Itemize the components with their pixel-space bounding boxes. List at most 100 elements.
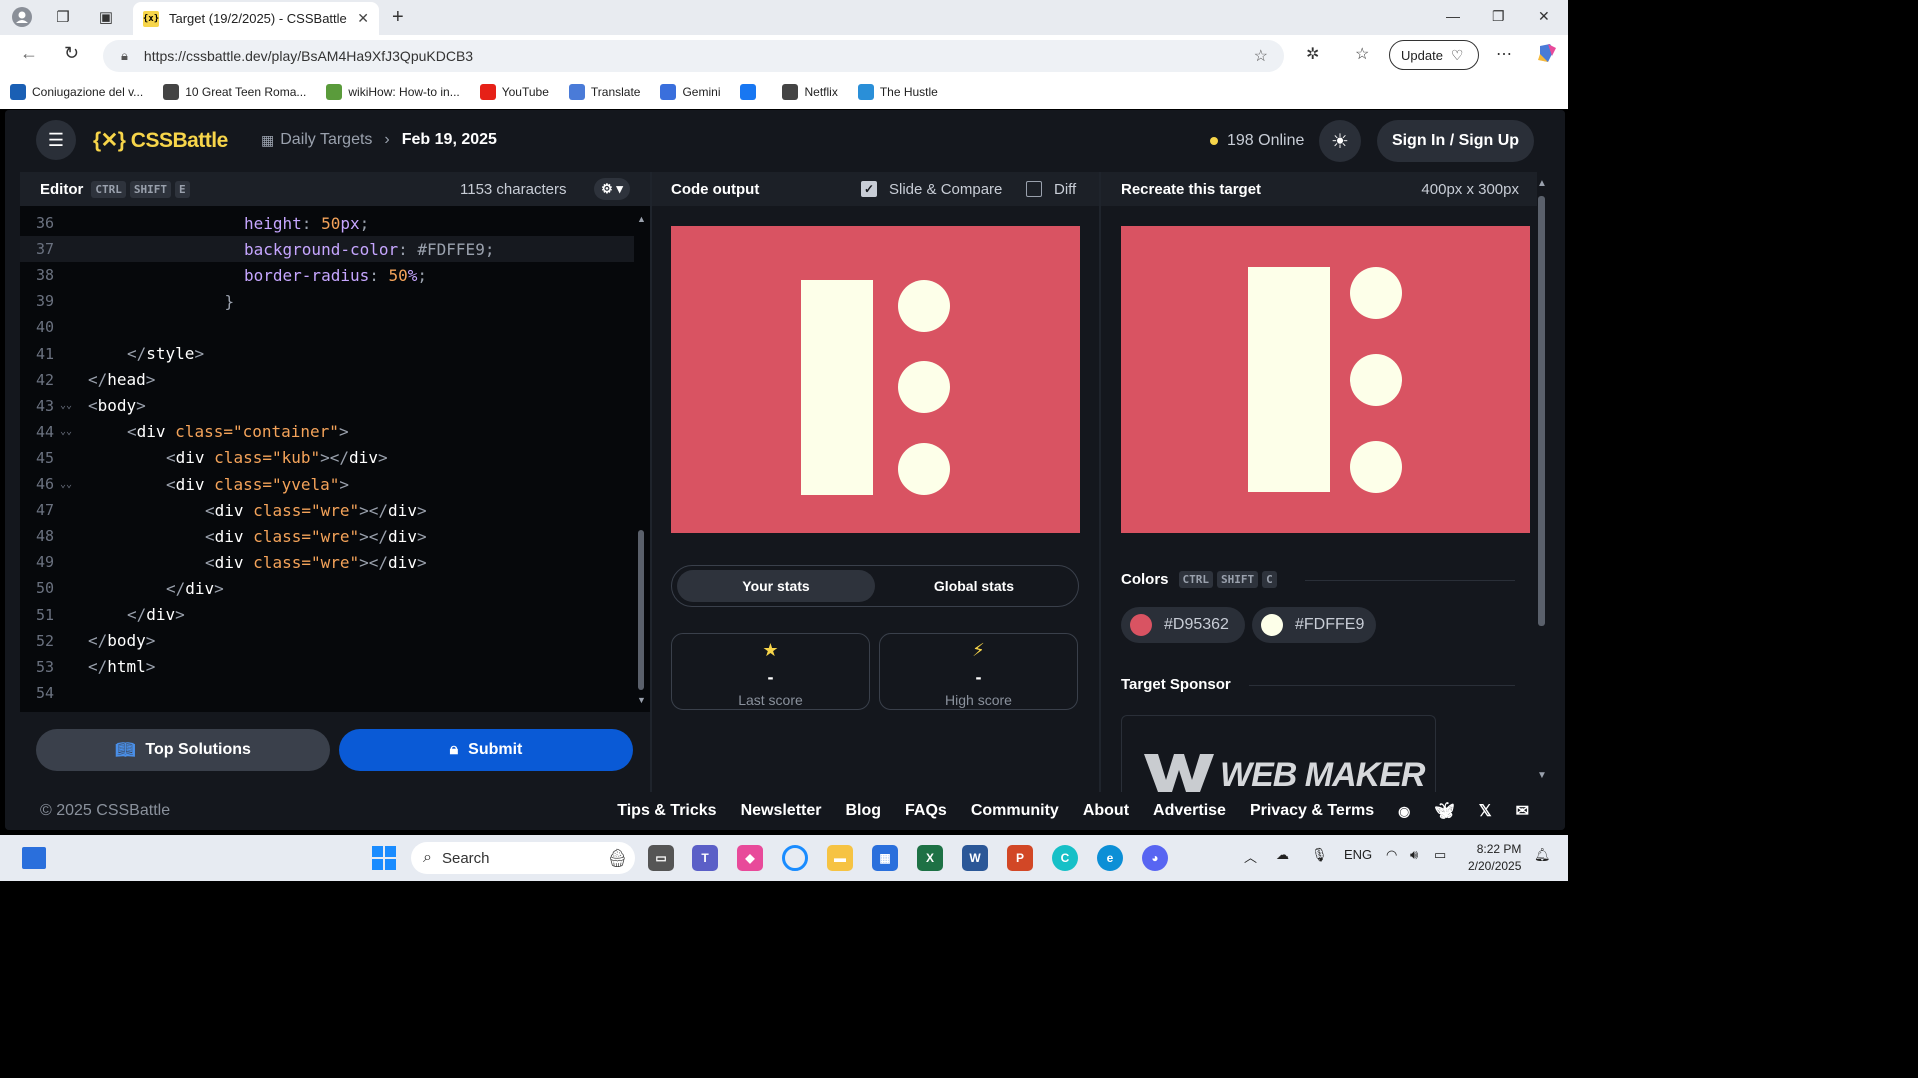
slide-compare-checkbox[interactable]: ✓: [861, 181, 877, 197]
hamburger-menu-icon[interactable]: ☰: [36, 120, 76, 160]
bookmark-item[interactable]: YouTube: [479, 84, 549, 100]
breadcrumb-daily-targets[interactable]: Daily Targets: [280, 131, 372, 149]
code-line[interactable]: 36 height: 50px;: [20, 210, 634, 236]
close-window-icon[interactable]: ✕: [1538, 8, 1550, 25]
footer-link-newsletter[interactable]: Newsletter: [741, 802, 822, 820]
code-line[interactable]: 38 border-radius: 50%;: [20, 262, 634, 288]
tab-actions-icon[interactable]: ▣: [92, 3, 120, 31]
onedrive-icon[interactable]: ☁: [1276, 847, 1289, 863]
excel-icon[interactable]: X: [917, 845, 943, 871]
scroll-down-arrow-icon[interactable]: ▼: [637, 695, 646, 705]
notification-bell-icon[interactable]: 🔔︎: [1534, 847, 1551, 863]
copilot-taskbar-icon[interactable]: ◆: [737, 845, 763, 871]
extensions-icon[interactable]: ✲: [1306, 44, 1319, 64]
browser-tab-active[interactable]: {x} Target (19/2/2025) - CSSBattle ✕: [133, 2, 379, 35]
store-icon[interactable]: ▦: [872, 845, 898, 871]
minimize-icon[interactable]: —: [1446, 8, 1460, 24]
right-scrollbar-thumb[interactable]: [1538, 196, 1545, 626]
scroll-up-arrow-icon[interactable]: ▲: [637, 214, 646, 224]
microphone-icon[interactable]: 🎙︎: [1311, 847, 1328, 863]
scroll-down-arrow-icon[interactable]: ▼: [1537, 770, 1547, 781]
favorites-icon[interactable]: ☆: [1355, 44, 1369, 64]
code-line[interactable]: 54: [20, 680, 634, 706]
battery-icon[interactable]: ▭: [1434, 847, 1446, 863]
code-line[interactable]: 40: [20, 314, 634, 340]
code-line[interactable]: 44 ⌄⌄ <div class="container">: [20, 419, 634, 445]
code-line[interactable]: 37 background-color: #FDFFE9;: [20, 236, 634, 263]
wifi-icon[interactable]: ◠: [1386, 847, 1397, 863]
footer-link-advertise[interactable]: Advertise: [1153, 802, 1226, 820]
editor-settings-gear-icon[interactable]: ⚙ ▾: [594, 178, 630, 200]
footer-link-privacy[interactable]: Privacy & Terms: [1250, 802, 1374, 820]
x-twitter-icon[interactable]: 𝕏: [1479, 801, 1492, 821]
update-button[interactable]: Update ♡: [1389, 40, 1479, 70]
system-clock[interactable]: 8:22 PM 2/20/2025: [1468, 841, 1521, 875]
start-windows-icon[interactable]: [372, 846, 396, 875]
code-line[interactable]: 39}: [20, 288, 634, 314]
powerpoint-icon[interactable]: P: [1007, 845, 1033, 871]
sign-in-button[interactable]: Sign In / Sign Up: [1377, 120, 1534, 162]
cortana-icon[interactable]: [782, 845, 808, 871]
code-line[interactable]: 48 <div class="wre"></div>: [20, 523, 634, 549]
teams-icon[interactable]: T: [692, 845, 718, 871]
tab-global-stats[interactable]: Global stats: [875, 570, 1073, 602]
top-solutions-button[interactable]: 📖︎ Top Solutions: [36, 729, 330, 771]
cssbattle-logo[interactable]: {✕} CSSBattle: [93, 128, 228, 153]
code-line[interactable]: 47 <div class="wre"></div>: [20, 497, 634, 523]
fold-chevron-icon[interactable]: ⌄⌄: [60, 400, 72, 411]
code-line[interactable]: 43 ⌄⌄ <body>: [20, 393, 634, 419]
color-swatch-red[interactable]: #D95362: [1121, 607, 1245, 643]
taskbar-search[interactable]: ⌕ Search 🧁︎: [411, 842, 635, 874]
edge-icon[interactable]: e: [1097, 845, 1123, 871]
close-tab-icon[interactable]: ✕: [357, 10, 369, 27]
favorite-star-icon[interactable]: ☆: [1254, 46, 1268, 66]
bookmark-item[interactable]: wikiHow: How-to in...: [326, 84, 460, 100]
footer-link-blog[interactable]: Blog: [845, 802, 881, 820]
code-line[interactable]: 53 </html>: [20, 654, 634, 680]
bookmark-item[interactable]: [740, 84, 762, 100]
workspaces-icon[interactable]: ❐: [49, 3, 77, 31]
code-line[interactable]: 52 </body>: [20, 628, 634, 654]
profile-icon[interactable]: [8, 3, 36, 31]
code-line[interactable]: 45 <div class="kub"></div>: [20, 445, 634, 471]
bookmark-item[interactable]: Gemini: [660, 84, 720, 100]
fold-chevron-icon[interactable]: ⌄⌄: [60, 479, 72, 490]
new-tab-icon[interactable]: +: [392, 6, 404, 29]
editor-scrollbar-thumb[interactable]: [638, 530, 644, 690]
code-line[interactable]: 41 </style>: [20, 341, 634, 367]
email-icon[interactable]: ✉: [1516, 801, 1529, 821]
task-view-icon[interactable]: ▭: [648, 845, 674, 871]
diff-checkbox[interactable]: [1026, 181, 1042, 197]
bookmark-item[interactable]: The Hustle: [857, 84, 938, 100]
code-line[interactable]: 51 </div>: [20, 602, 634, 628]
code-line[interactable]: 49 <div class="wre"></div>: [20, 549, 634, 575]
footer-link-tips[interactable]: Tips & Tricks: [617, 802, 716, 820]
bookmark-item[interactable]: Translate: [568, 84, 640, 100]
word-icon[interactable]: W: [962, 845, 988, 871]
refresh-icon[interactable]: ↻: [64, 43, 79, 64]
color-swatch-cream[interactable]: #FDFFE9: [1252, 607, 1376, 643]
discord-taskbar-icon[interactable]: ◕: [1142, 845, 1168, 871]
code-line[interactable]: 50 </div>: [20, 575, 634, 601]
copilot-icon[interactable]: [1536, 42, 1558, 69]
scroll-up-arrow-icon[interactable]: ▲: [1537, 178, 1547, 189]
restore-icon[interactable]: ❐: [1492, 8, 1505, 25]
code-editor[interactable]: 36 height: 50px; 37 background-color: #FDFF…: [20, 206, 650, 712]
code-line[interactable]: 46 ⌄⌄ <div class="yvela">: [20, 471, 634, 497]
canva-icon[interactable]: C: [1052, 845, 1078, 871]
language-indicator[interactable]: ENG: [1344, 847, 1372, 862]
bookmark-item[interactable]: Coniugazione del v...: [10, 84, 143, 100]
tab-your-stats[interactable]: Your stats: [677, 570, 875, 602]
volume-icon[interactable]: 🔊︎: [1410, 847, 1418, 863]
windows-widgets-icon[interactable]: [22, 847, 46, 869]
back-icon[interactable]: ←: [20, 43, 38, 64]
submit-button[interactable]: 🔒︎ Submit: [339, 729, 633, 771]
code-output-canvas[interactable]: [671, 226, 1080, 533]
file-explorer-icon[interactable]: ▬: [827, 845, 853, 871]
sponsor-banner[interactable]: WEB MAKER: [1121, 715, 1436, 795]
discord-icon[interactable]: ◉: [1398, 803, 1410, 820]
footer-link-faqs[interactable]: FAQs: [905, 802, 947, 820]
footer-link-community[interactable]: Community: [971, 802, 1059, 820]
code-line[interactable]: 42 </head>: [20, 367, 634, 393]
chevron-up-icon[interactable]: ︿: [1244, 847, 1257, 866]
